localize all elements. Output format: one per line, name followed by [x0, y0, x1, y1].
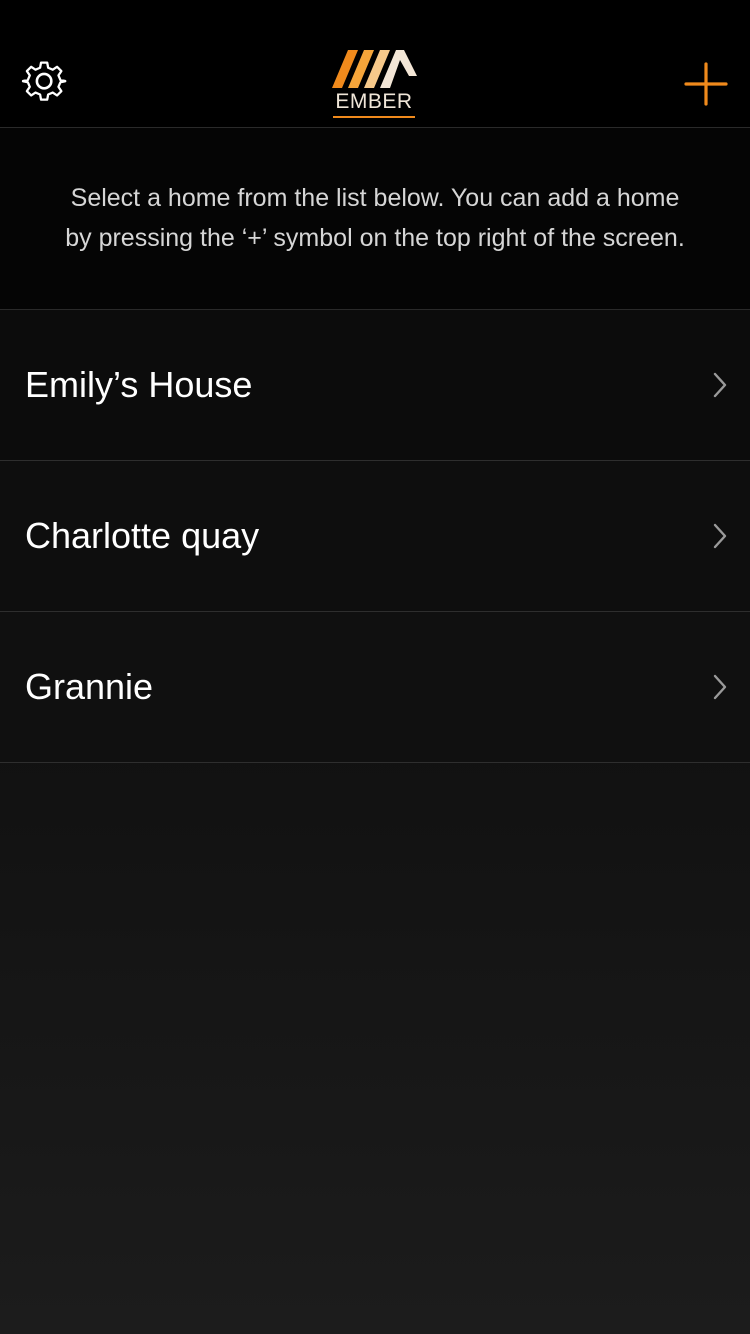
chevron-right-icon [713, 674, 727, 700]
chevron-right-icon [713, 372, 727, 398]
home-name: Emily’s House [25, 364, 253, 405]
chevron-right-icon [713, 523, 727, 549]
home-item-charlotte-quay[interactable]: Charlotte quay [0, 461, 750, 612]
home-name: Charlotte quay [25, 515, 260, 556]
settings-button[interactable] [18, 58, 70, 110]
plus-icon [684, 62, 728, 106]
gear-icon [21, 61, 67, 101]
ember-logo: EMBER [330, 46, 420, 122]
home-name: Grannie [25, 666, 154, 707]
logo-underline [333, 116, 415, 118]
logo-text: EMBER [335, 90, 413, 113]
home-list: Emily’s House Charlotte quay Grannie [0, 310, 750, 763]
instructions-panel: Select a home from the list below. You c… [0, 128, 750, 310]
home-item-grannie[interactable]: Grannie [0, 612, 750, 763]
app-header: EMBER [0, 0, 750, 128]
home-item-emilys-house[interactable]: Emily’s House [0, 310, 750, 461]
add-home-button[interactable] [682, 60, 730, 108]
ember-logo-icon [332, 50, 417, 88]
instructions-text: Select a home from the list below. You c… [65, 184, 685, 252]
